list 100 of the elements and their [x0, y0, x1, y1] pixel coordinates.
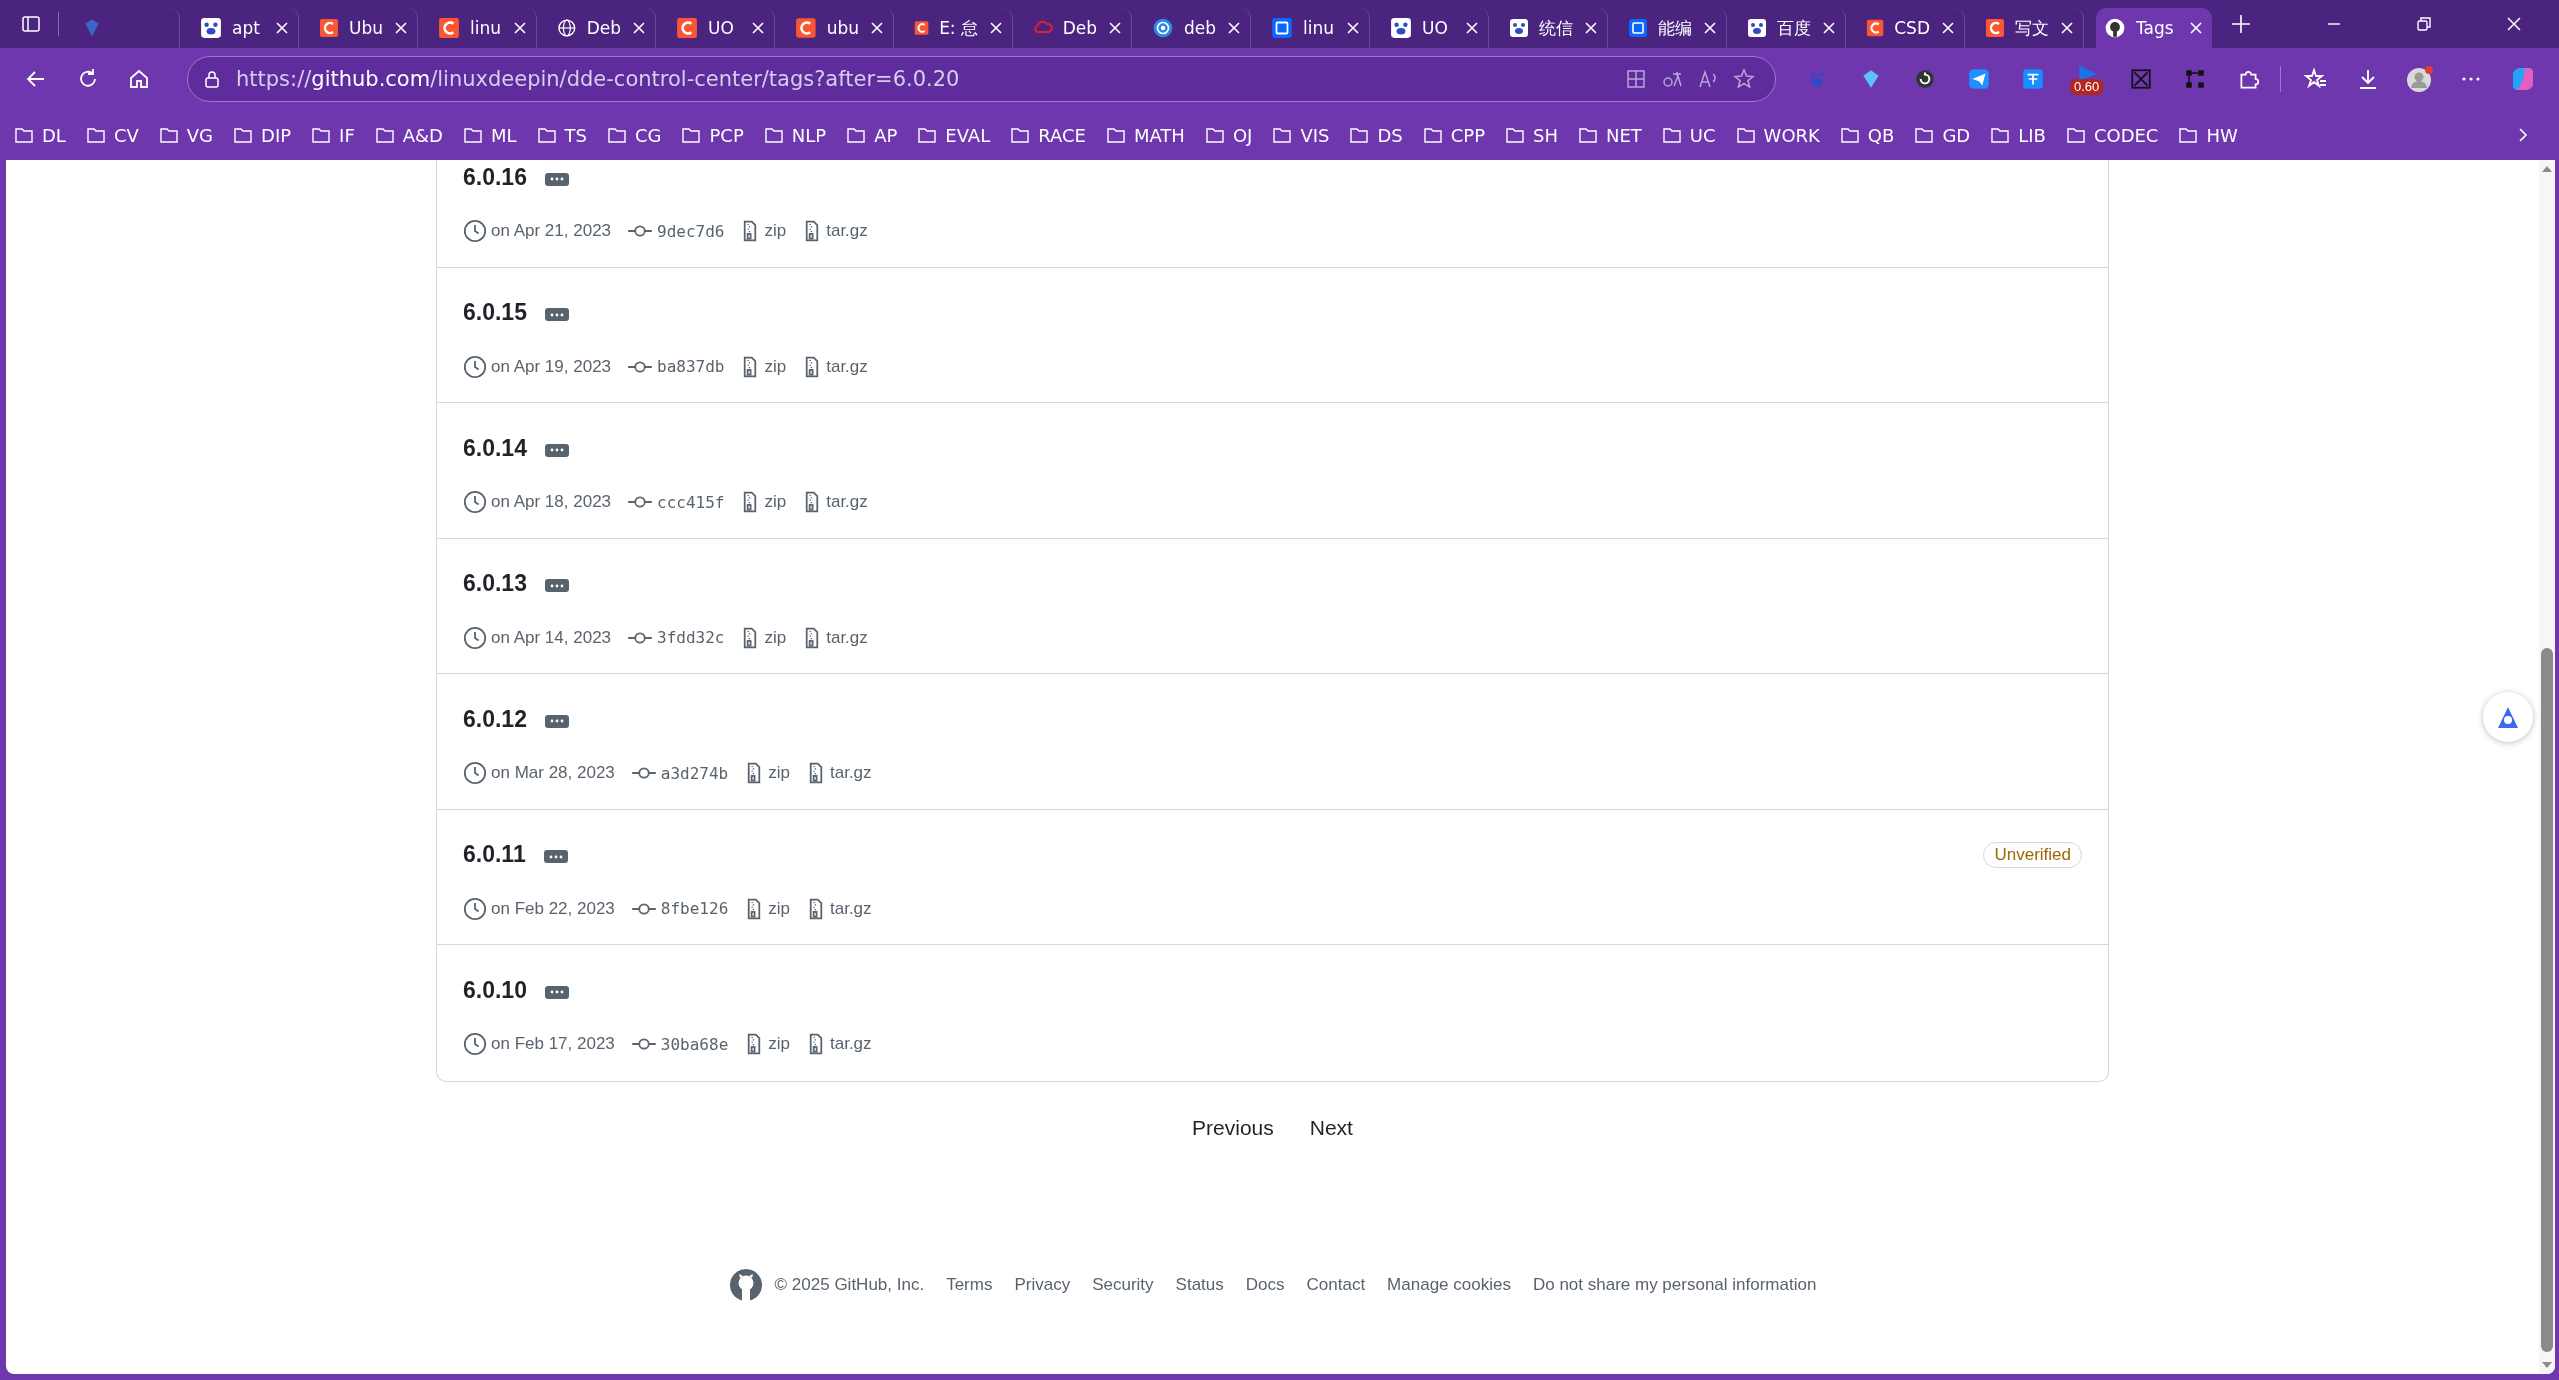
footer-link[interactable]: Status — [1175, 1274, 1224, 1295]
bookmark-folder[interactable]: EVAL — [917, 124, 991, 146]
tab-close-button[interactable] — [750, 20, 766, 36]
address-bar[interactable]: https://github.com/linuxdeepin/dde-control-center/tags?after=6.0.20 — [187, 56, 1776, 102]
bookmark-folder[interactable]: UC — [1661, 124, 1716, 146]
tar-gz-link[interactable]: tar.gz — [826, 627, 868, 648]
bookmark-folder[interactable]: NET — [1578, 124, 1642, 146]
zip-link[interactable]: zip — [768, 1034, 790, 1054]
tag-name-link[interactable]: 6.0.10 — [463, 976, 527, 1004]
bookmark-folder[interactable]: DS — [1349, 124, 1403, 146]
tab-close-button[interactable] — [1702, 20, 1718, 36]
tag-name-link[interactable]: 6.0.13 — [463, 570, 527, 597]
tab-close-button[interactable] — [2059, 20, 2075, 36]
ellipsis-button[interactable] — [544, 714, 569, 728]
footer-link[interactable]: Docs — [1245, 1274, 1285, 1295]
bookmark-folder[interactable]: ML — [462, 124, 517, 146]
commit-link[interactable]: 9dec7d6 — [657, 221, 725, 241]
tar-gz-link[interactable]: tar.gz — [826, 356, 868, 377]
tab-close-button[interactable] — [1583, 20, 1599, 36]
tar-gz-link[interactable]: tar.gz — [830, 763, 872, 783]
commit-link[interactable]: 30ba68e — [660, 1034, 729, 1054]
bookmark-folder[interactable]: CV — [85, 124, 139, 146]
tag-name-link[interactable]: 6.0.11 — [463, 841, 526, 868]
footer-link[interactable]: Security — [1092, 1274, 1154, 1295]
tag-name-link[interactable]: 6.0.14 — [463, 434, 527, 462]
browser-tab[interactable]: deb — [1144, 8, 1251, 48]
tab-close-button[interactable] — [274, 20, 290, 36]
browser-tab[interactable]: linu — [1263, 8, 1370, 48]
zip-link[interactable]: zip — [764, 221, 787, 241]
browser-tab[interactable]: E: 怠 — [906, 8, 1013, 48]
ellipsis-button[interactable] — [544, 172, 569, 186]
commit-link[interactable]: ba837db — [657, 357, 725, 376]
bookmark-folder[interactable]: WORK — [1735, 124, 1820, 146]
ellipsis-button[interactable] — [544, 985, 569, 999]
browser-tab[interactable]: linu — [430, 8, 537, 48]
tag-name-link[interactable]: 6.0.15 — [463, 299, 527, 326]
zip-link[interactable]: zip — [764, 627, 787, 648]
browser-tab[interactable]: ubu — [787, 8, 894, 48]
tab-close-button[interactable] — [1107, 20, 1123, 36]
zip-link[interactable]: zip — [764, 492, 787, 512]
tab-close-button[interactable] — [2188, 20, 2204, 36]
bookmark-folder[interactable]: MATH — [1105, 124, 1185, 146]
tab-close-button[interactable] — [1464, 20, 1480, 36]
ellipsis-button[interactable] — [544, 579, 569, 592]
tab-close-button[interactable] — [512, 20, 528, 36]
browser-tab[interactable]: UO — [668, 8, 775, 48]
bookmark-folder[interactable]: IF — [311, 124, 355, 146]
browser-tab[interactable]: UO — [1382, 8, 1489, 48]
footer-link[interactable]: Privacy — [1014, 1274, 1071, 1295]
tar-gz-link[interactable]: tar.gz — [826, 221, 868, 241]
bookmark-folder[interactable]: CG — [606, 124, 662, 146]
bookmark-folder[interactable]: PCP — [681, 124, 744, 146]
bookmark-folder[interactable]: GD — [1914, 124, 1971, 146]
pagination-link[interactable]: Previous — [1192, 1115, 1274, 1140]
tag-name-link[interactable]: 6.0.16 — [463, 163, 527, 191]
bookmark-folder[interactable]: CPP — [1422, 124, 1485, 146]
tab-close-button[interactable] — [1226, 20, 1242, 36]
extension-button[interactable]: 0.60 — [2069, 59, 2104, 99]
commit-link[interactable]: a3d274b — [660, 763, 729, 783]
tar-gz-link[interactable]: tar.gz — [826, 492, 868, 512]
bookmark-folder[interactable]: TS — [536, 124, 587, 146]
browser-tab[interactable]: 百度 — [1739, 8, 1846, 48]
tab-close-button[interactable] — [1821, 20, 1837, 36]
footer-link[interactable]: Manage cookies — [1387, 1274, 1511, 1295]
tab-close-button[interactable] — [393, 20, 409, 36]
browser-tab[interactable]: Ubu — [311, 8, 418, 48]
scrollbar[interactable] — [2539, 160, 2555, 1374]
zip-link[interactable]: zip — [764, 356, 787, 377]
ellipsis-button[interactable] — [544, 443, 569, 457]
tab-close-button[interactable] — [1345, 20, 1361, 36]
tab-close-button[interactable] — [1940, 20, 1956, 36]
zip-link[interactable]: zip — [768, 898, 790, 919]
browser-tab[interactable]: 统信 — [1501, 8, 1608, 48]
star-icon[interactable] — [1732, 68, 1755, 90]
bookmark-folder[interactable]: OJ — [1204, 124, 1253, 146]
tab-close-button[interactable] — [988, 20, 1004, 36]
assistant-button[interactable] — [2483, 692, 2533, 742]
browser-tab[interactable]: Tags — [2096, 8, 2212, 48]
zip-link[interactable]: zip — [768, 763, 790, 783]
browser-tab[interactable]: CSD — [1858, 8, 1965, 48]
tag-name-link[interactable]: 6.0.12 — [463, 705, 527, 733]
commit-link[interactable]: ccc415f — [657, 492, 725, 512]
bookmark-folder[interactable]: A&D — [374, 124, 443, 146]
browser-tab[interactable]: 能编 — [1620, 8, 1727, 48]
ellipsis-button[interactable] — [544, 308, 569, 321]
bookmark-folder[interactable]: DL — [14, 124, 66, 146]
tab-close-button[interactable] — [869, 20, 885, 36]
tar-gz-link[interactable]: tar.gz — [830, 898, 872, 919]
browser-tab[interactable]: Deb — [549, 8, 656, 48]
bookmark-folder[interactable]: QB — [1839, 124, 1895, 146]
tar-gz-link[interactable]: tar.gz — [830, 1034, 872, 1054]
bookmark-folder[interactable]: RACE — [1010, 124, 1086, 146]
bookmark-folder[interactable]: AP — [846, 124, 898, 146]
footer-link[interactable]: Contact — [1306, 1274, 1366, 1295]
bookmark-folder[interactable]: VIS — [1272, 124, 1330, 146]
browser-tab[interactable]: Deb — [1025, 8, 1132, 48]
read-aloud-icon[interactable] — [1696, 68, 1719, 90]
commit-link[interactable]: 3fdd32c — [657, 628, 725, 647]
tab-close-button[interactable] — [631, 20, 647, 36]
bookmark-folder[interactable]: LIB — [1990, 124, 2046, 146]
